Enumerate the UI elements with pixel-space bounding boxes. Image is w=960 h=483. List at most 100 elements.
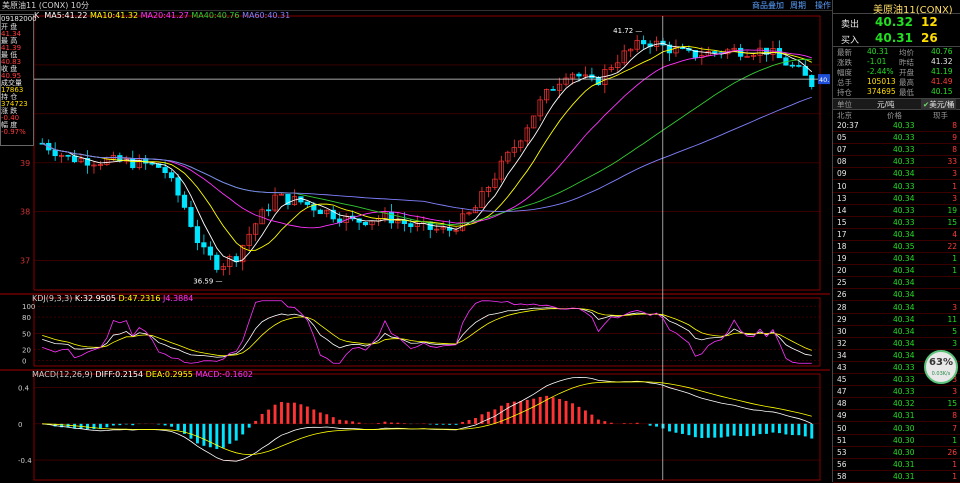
macd-dea-line — [42, 381, 812, 456]
tick-row: 28 40.34 3 — [833, 302, 960, 314]
kdj-tick-label: 100 — [22, 303, 35, 311]
macd-tick-label: 0 — [18, 421, 22, 429]
candle-body — [175, 177, 181, 196]
tick-volume: 15 — [947, 217, 957, 227]
tick-price: 40.34 — [893, 302, 915, 312]
tick-price: 40.33 — [893, 121, 915, 130]
tick-time: 20 — [837, 266, 847, 276]
tick-price: 40.34 — [893, 266, 915, 276]
tick-time: 15 — [837, 217, 847, 227]
tick-price: 40.34 — [893, 350, 915, 360]
candle-body — [207, 246, 213, 256]
tick-price: 40.33 — [893, 217, 915, 227]
candle-body — [789, 64, 795, 67]
tick-row: 26 40.34 — [833, 289, 960, 301]
candle-body — [162, 167, 168, 174]
tick-list[interactable]: 20:37 40.33 8 05 40.33 9 07 40.33 8 08 40.33 33 09 40… — [833, 120, 960, 483]
tick-price: 40.31 — [893, 471, 915, 481]
tick-time: 07 — [837, 145, 847, 155]
kdj-tick-label: 0 — [22, 358, 26, 366]
tick-price: 40.31 — [893, 459, 915, 469]
kdj-j: J4.3884 — [162, 294, 194, 303]
tick-row: 17 40.34 4 — [833, 229, 960, 241]
candle-body — [201, 242, 207, 248]
candle-body — [712, 51, 718, 54]
ma5-line — [42, 42, 813, 263]
quote-key: 持仓 — [837, 88, 852, 97]
tick-volume: 3 — [952, 338, 957, 348]
candle-body — [550, 89, 556, 91]
quote-key: 最低 — [899, 88, 914, 97]
tick-volume: 11 — [947, 314, 957, 324]
tick-time: 49 — [837, 411, 847, 421]
tick-volume: 8 — [952, 145, 957, 155]
tick-volume: 1 — [952, 266, 957, 276]
price-tick-label: 37 — [20, 257, 30, 266]
info-value: -0.97% — [1, 128, 26, 136]
tick-time: 56 — [837, 459, 847, 469]
tick-volume: 22 — [947, 242, 957, 251]
macd-legend: MACD(12,26,9) DIFF:0.2154 DEA:0.2955 MAC… — [32, 370, 253, 379]
quote-grid: 最新 40.31 均价 40.76 涨跌 -1.01 昨结 41.32 幅度 -2.44% 开盘 41… — [833, 47, 960, 97]
speed-badge: 63% 0.03K/s — [924, 350, 958, 384]
tick-price: 40.33 — [893, 387, 915, 397]
macd-title: MACD(12,26,9) — [32, 370, 93, 379]
ma20-label: MA20:41.27 — [140, 11, 189, 20]
tick-volume: 26 — [947, 447, 957, 457]
kdj-tick-label: 80 — [22, 314, 31, 322]
tick-row: 50 40.30 7 — [833, 423, 960, 435]
macd-diff: DIFF:0.2154 — [95, 370, 144, 379]
candle-body — [317, 209, 323, 215]
tick-volume: 8 — [952, 121, 957, 130]
tick-price: 40.33 — [893, 363, 915, 372]
tick-price: 40.34 — [893, 169, 915, 179]
ma10-line — [42, 46, 812, 252]
macd-tick-label: -0.4 — [18, 457, 32, 465]
tick-time: 53 — [837, 447, 847, 457]
tick-price: 40.30 — [893, 435, 915, 445]
tick-price: 40.34 — [893, 290, 915, 300]
tick-time: 45 — [837, 375, 847, 385]
candle-body — [168, 172, 175, 179]
tick-volume: 3 — [952, 169, 957, 179]
ma60-line — [42, 96, 812, 212]
tick-time: 10 — [837, 181, 847, 191]
quote-header: 美原油11(CONX) — [833, 0, 960, 16]
candle-body — [214, 254, 220, 270]
indicator-lines — [34, 16, 820, 480]
tick-row: 20:37 40.33 8 — [833, 120, 960, 132]
candle-body — [362, 221, 369, 226]
tick-volume: 1 — [952, 181, 957, 191]
tick-row: 53 40.30 26 — [833, 447, 960, 459]
candle-body — [809, 75, 815, 87]
tick-price: 40.33 — [893, 133, 915, 143]
kdj-j-line — [42, 300, 812, 364]
tick-time: 05 — [837, 133, 847, 143]
axis-labels: 39 38 37 100 80 50 20 0 0.4 0 -0.4 41.72 — 36.59 — 40… — [18, 27, 830, 465]
tick-volume: 5 — [952, 326, 957, 336]
tick-volume: 8 — [952, 411, 957, 421]
quote-value: 41.49 — [931, 77, 953, 86]
chart-grid — [0, 15, 830, 481]
tick-row: 08 40.33 33 — [833, 156, 960, 168]
tick-row: 09 40.34 3 — [833, 168, 960, 180]
tick-time: 09 — [837, 169, 847, 179]
tick-row: 15 40.33 15 — [833, 217, 960, 229]
tick-time: 50 — [837, 423, 847, 433]
tick-row: 07 40.33 8 — [833, 144, 960, 156]
tick-row: 05 40.33 9 — [833, 132, 960, 144]
tick-price: 40.34 — [893, 326, 915, 336]
tick-price: 40.34 — [893, 229, 915, 239]
tick-time: 26 — [837, 290, 847, 300]
buy-label: 买入 — [841, 36, 860, 46]
kdj-d-line — [42, 308, 812, 357]
quote-value: 40.76 — [931, 47, 953, 56]
candle-body — [194, 226, 201, 244]
ma10-label: MA10:41.32 — [89, 11, 139, 20]
tick-header: 北京 价格 现手 — [833, 109, 960, 120]
kline-chart[interactable]: 39 38 37 100 80 50 20 0 0.4 0 -0.4 41.72 — 36.59 — 40… — [0, 10, 830, 482]
kdj-tick-label: 20 — [22, 347, 31, 355]
tick-volume: 1 — [952, 459, 957, 469]
candle-body — [181, 194, 188, 208]
macd-tick-label: 0.4 — [18, 385, 30, 393]
